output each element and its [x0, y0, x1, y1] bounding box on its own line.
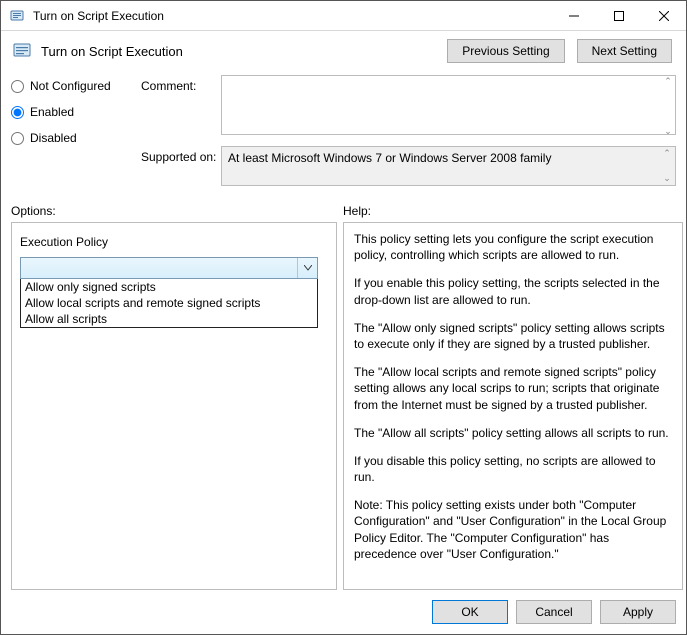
- previous-setting-button[interactable]: Previous Setting: [447, 39, 564, 63]
- dropdown-option[interactable]: Allow only signed scripts: [21, 279, 317, 295]
- dialog-footer: OK Cancel Apply: [1, 590, 686, 634]
- supported-on-value: At least Microsoft Windows 7 or Windows …: [228, 151, 551, 165]
- help-paragraph: The "Allow only signed scripts" policy s…: [354, 320, 672, 352]
- radio-not-configured[interactable]: Not Configured: [11, 79, 141, 93]
- help-paragraph: If you enable this policy setting, the s…: [354, 275, 672, 307]
- apply-button[interactable]: Apply: [600, 600, 676, 624]
- next-setting-button[interactable]: Next Setting: [577, 39, 672, 63]
- dropdown-option[interactable]: Allow local scripts and remote signed sc…: [21, 295, 317, 311]
- radio-label: Not Configured: [30, 79, 111, 93]
- dropdown-option[interactable]: Allow all scripts: [21, 311, 317, 327]
- maximize-button[interactable]: [596, 1, 641, 30]
- radio-input-disabled[interactable]: [11, 132, 24, 145]
- radio-enabled[interactable]: Enabled: [11, 105, 141, 119]
- help-paragraph: If you disable this policy setting, no s…: [354, 453, 672, 485]
- minimize-button[interactable]: [551, 1, 596, 30]
- close-button[interactable]: [641, 1, 686, 30]
- policy-icon: [11, 40, 33, 62]
- radio-label: Disabled: [30, 131, 77, 145]
- cancel-button[interactable]: Cancel: [516, 600, 592, 624]
- execution-policy-label: Execution Policy: [20, 235, 328, 249]
- subheader: Turn on Script Execution Previous Settin…: [1, 31, 686, 75]
- radio-disabled[interactable]: Disabled: [11, 131, 141, 145]
- window-title: Turn on Script Execution: [33, 9, 551, 23]
- help-paragraph: Note: This policy setting exists under b…: [354, 497, 672, 562]
- help-paragraph: This policy setting lets you configure t…: [354, 231, 672, 263]
- policy-title: Turn on Script Execution: [41, 44, 439, 59]
- help-panel[interactable]: This policy setting lets you configure t…: [343, 222, 683, 590]
- supported-on-box: At least Microsoft Windows 7 or Windows …: [221, 146, 676, 186]
- radio-input-not-configured[interactable]: [11, 80, 24, 93]
- radio-label: Enabled: [30, 105, 74, 119]
- scrollbar-ghost: ⌃⌄: [660, 148, 674, 184]
- help-section-label: Help:: [343, 204, 676, 218]
- help-paragraph: The "Allow local scripts and remote sign…: [354, 364, 672, 413]
- policy-icon: [9, 8, 25, 24]
- help-paragraph: The "Allow all scripts" policy setting a…: [354, 425, 672, 441]
- supported-on-label: Supported on:: [141, 146, 221, 164]
- execution-policy-dropdown[interactable]: [20, 257, 318, 279]
- options-panel: Execution Policy Allow only signed scrip…: [11, 222, 337, 590]
- radio-input-enabled[interactable]: [11, 106, 24, 119]
- chevron-down-icon: [297, 258, 317, 278]
- comment-label: Comment:: [141, 75, 221, 93]
- comment-textarea[interactable]: [221, 75, 676, 135]
- titlebar: Turn on Script Execution: [1, 1, 686, 31]
- options-section-label: Options:: [11, 204, 343, 218]
- execution-policy-dropdown-list: Allow only signed scripts Allow local sc…: [20, 279, 318, 328]
- scrollbar-ghost: ⌃⌄: [661, 76, 675, 137]
- ok-button[interactable]: OK: [432, 600, 508, 624]
